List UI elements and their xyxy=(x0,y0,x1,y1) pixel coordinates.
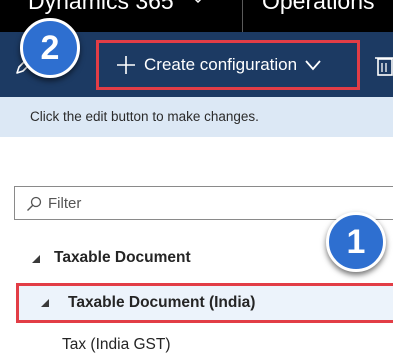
tree-item-label: Taxable Document (India) xyxy=(68,294,256,311)
banner-message: Click the edit button to make changes. xyxy=(30,109,259,124)
create-configuration-button[interactable]: Create configuration xyxy=(96,40,360,90)
tree-item-tax-india-gst[interactable]: Tax (India GST) xyxy=(0,328,393,358)
callout-badge-2: 2 xyxy=(20,18,80,78)
search-icon xyxy=(27,196,42,211)
app-name[interactable]: Dynamics 365 xyxy=(28,0,174,15)
create-configuration-label: Create configuration xyxy=(144,55,298,74)
app-bar-separator xyxy=(242,0,243,32)
info-banner: Click the edit button to make changes. xyxy=(0,97,393,137)
tree-item-label: Taxable Document xyxy=(54,249,191,266)
chevron-down-icon xyxy=(305,60,321,71)
tree-item-taxable-document-india[interactable]: Taxable Document (India) xyxy=(16,283,393,323)
filter-input[interactable]: Filter xyxy=(14,186,393,220)
tree-item-label: Tax (India GST) xyxy=(62,336,171,353)
plus-icon xyxy=(117,56,135,74)
module-name[interactable]: Operations xyxy=(262,0,375,15)
callout-badge-1: 1 xyxy=(326,212,386,272)
filter-placeholder: Filter xyxy=(48,195,82,212)
expand-triangle-icon[interactable] xyxy=(40,298,50,308)
expand-triangle-icon[interactable] xyxy=(31,254,41,264)
chevron-down-icon[interactable] xyxy=(192,0,204,6)
delete-icon[interactable] xyxy=(375,53,393,77)
